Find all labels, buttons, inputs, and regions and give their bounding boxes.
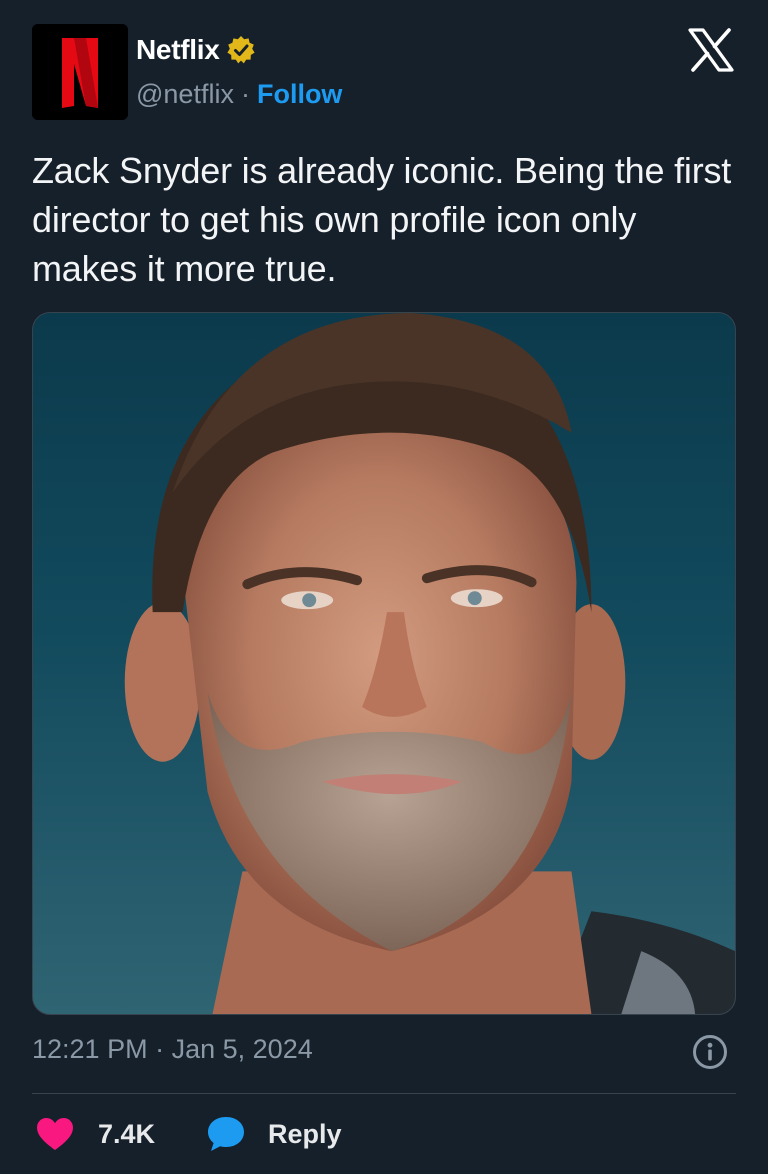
portrait-photo [124, 313, 735, 1014]
heart-icon [37, 1118, 73, 1150]
handle-row: @netflix · Follow [136, 76, 342, 112]
account-handle[interactable]: @netflix [136, 79, 234, 110]
follow-button[interactable]: Follow [257, 79, 342, 110]
reply-label: Reply [268, 1118, 342, 1149]
netflix-avatar[interactable] [32, 24, 128, 120]
info-icon[interactable] [692, 1034, 728, 1070]
tweet-text: Zack Snyder is already iconic. Being the… [32, 150, 732, 289]
verified-badge-icon [227, 36, 256, 64]
netflix-logo-icon [32, 24, 128, 120]
tweet-timestamp[interactable]: 12:21 PM · Jan 5, 2024 [32, 1034, 313, 1065]
tweet-card: Netflix @netflix · Follow Zack Snyder is… [0, 0, 768, 1174]
tweet-media-photo[interactable] [32, 312, 736, 1015]
handle-separator: · [240, 78, 250, 109]
display-name[interactable]: Netflix [136, 34, 220, 66]
name-row: Netflix [136, 30, 257, 70]
tweet-date: Jan 5, 2024 [171, 1034, 313, 1064]
x-logo-icon[interactable] [688, 28, 734, 72]
like-button[interactable]: 7.4K [36, 1110, 155, 1158]
tweet-time: 12:21 PM [32, 1034, 148, 1064]
like-count: 7.4K [98, 1118, 156, 1149]
timestamp-separator: · [155, 1034, 165, 1064]
speech-bubble-icon [208, 1117, 244, 1151]
divider [32, 1093, 736, 1094]
reply-button[interactable]: Reply [206, 1110, 342, 1158]
